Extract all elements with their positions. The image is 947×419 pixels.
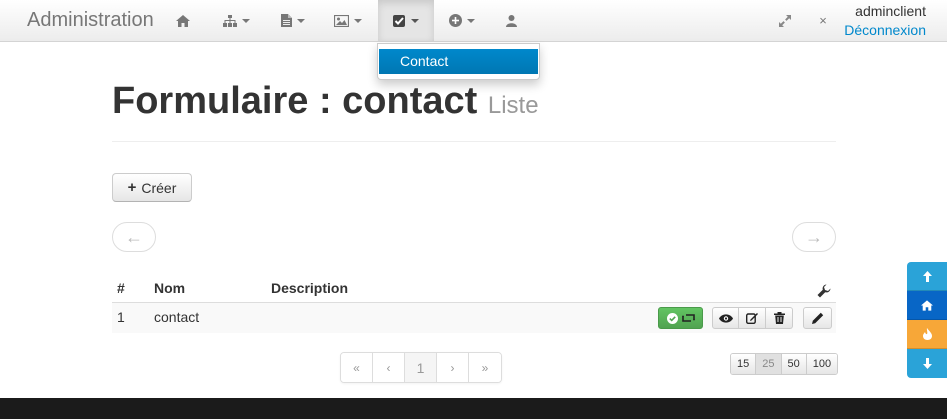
- logout-link[interactable]: Déconnexion: [844, 22, 926, 38]
- sitemap-icon: [222, 14, 237, 27]
- pagination-current[interactable]: 1: [405, 353, 437, 382]
- dropdown-item-contact[interactable]: Contact: [379, 49, 538, 74]
- fullscreen-button[interactable]: [773, 0, 797, 41]
- caret-down-icon: [467, 18, 475, 23]
- user-name: adminclient: [855, 3, 926, 19]
- caret-down-icon: [297, 18, 305, 23]
- top-navbar: Administration × adminclient Déconnexion: [0, 0, 947, 42]
- delete-button[interactable]: [766, 307, 793, 329]
- file-icon: [281, 14, 292, 27]
- arrow-up-icon: [922, 270, 932, 282]
- nav-media[interactable]: [320, 0, 376, 41]
- nav-home[interactable]: [167, 0, 199, 41]
- view-button[interactable]: [712, 307, 739, 329]
- column-header-description[interactable]: Description: [271, 280, 348, 296]
- nav-forms[interactable]: [378, 0, 434, 41]
- fire-icon: [922, 328, 932, 340]
- edit-icon: [746, 313, 758, 324]
- pagination-next[interactable]: ›: [437, 353, 469, 382]
- trash-icon: [773, 312, 785, 324]
- page-title-text: Formulaire : contact: [112, 80, 478, 122]
- home-button[interactable]: [907, 291, 947, 320]
- arrow-down-icon: [922, 358, 932, 369]
- nav-pages[interactable]: [265, 0, 321, 41]
- user-icon: [505, 14, 517, 27]
- nav-users[interactable]: [495, 0, 527, 41]
- per-page-option[interactable]: 50: [781, 354, 807, 374]
- footer-bar: [0, 398, 947, 419]
- nav-sitemap[interactable]: [208, 0, 264, 41]
- check-circle-icon: [666, 312, 678, 324]
- pagination-first[interactable]: «: [341, 353, 373, 382]
- pagination: « ‹ 1 › »: [340, 352, 502, 383]
- home-icon: [921, 299, 933, 311]
- plus-icon: +: [127, 179, 137, 196]
- pencil-icon: [811, 312, 823, 324]
- side-scroll-toolbar: [907, 262, 947, 378]
- arrow-right-icon: →: [805, 226, 823, 247]
- status-toggle-button[interactable]: [658, 307, 703, 329]
- per-page-option[interactable]: 100: [806, 354, 838, 374]
- wrench-icon: [817, 284, 831, 303]
- forms-dropdown-menu: Contact: [377, 43, 540, 80]
- caret-down-icon: [354, 18, 362, 23]
- create-button[interactable]: + Créer: [112, 173, 192, 202]
- row-action-group: [712, 307, 793, 329]
- pagination-last[interactable]: »: [469, 353, 501, 382]
- hot-button[interactable]: [907, 320, 947, 349]
- plus-circle-icon: [449, 14, 462, 27]
- page-title: Formulaire : contact Liste: [112, 80, 539, 123]
- previous-page-button[interactable]: ←: [112, 222, 156, 252]
- nav-add[interactable]: [434, 0, 490, 41]
- close-icon: ×: [819, 13, 827, 28]
- picture-icon: [334, 14, 349, 27]
- page-subtitle: Liste: [487, 92, 539, 119]
- row-name: contact: [154, 309, 200, 325]
- retweet-icon: [681, 314, 695, 322]
- next-page-button[interactable]: →: [792, 222, 836, 252]
- pagination-prev[interactable]: ‹: [373, 353, 405, 382]
- scroll-bottom-button[interactable]: [907, 349, 947, 378]
- check-icon: [393, 14, 405, 27]
- column-header-id: #: [117, 280, 125, 296]
- eye-icon: [718, 313, 733, 323]
- column-header-name[interactable]: Nom: [154, 280, 185, 296]
- arrow-left-icon: ←: [125, 226, 143, 247]
- caret-down-icon: [241, 18, 250, 23]
- per-page-selector: 15 25 50 100: [730, 353, 839, 375]
- brand[interactable]: Administration: [27, 9, 154, 32]
- close-button[interactable]: ×: [813, 0, 833, 41]
- per-page-option[interactable]: 15: [731, 354, 757, 374]
- row-id: 1: [117, 309, 125, 325]
- home-icon: [176, 14, 190, 27]
- edit-button[interactable]: [803, 307, 832, 329]
- scroll-top-button[interactable]: [907, 262, 947, 291]
- caret-down-icon: [411, 18, 419, 23]
- expand-icon: [779, 14, 791, 27]
- per-page-option-selected[interactable]: 25: [756, 354, 782, 374]
- edit-content-button[interactable]: [739, 307, 766, 329]
- header-divider: [112, 141, 836, 142]
- create-button-label: Créer: [141, 179, 177, 196]
